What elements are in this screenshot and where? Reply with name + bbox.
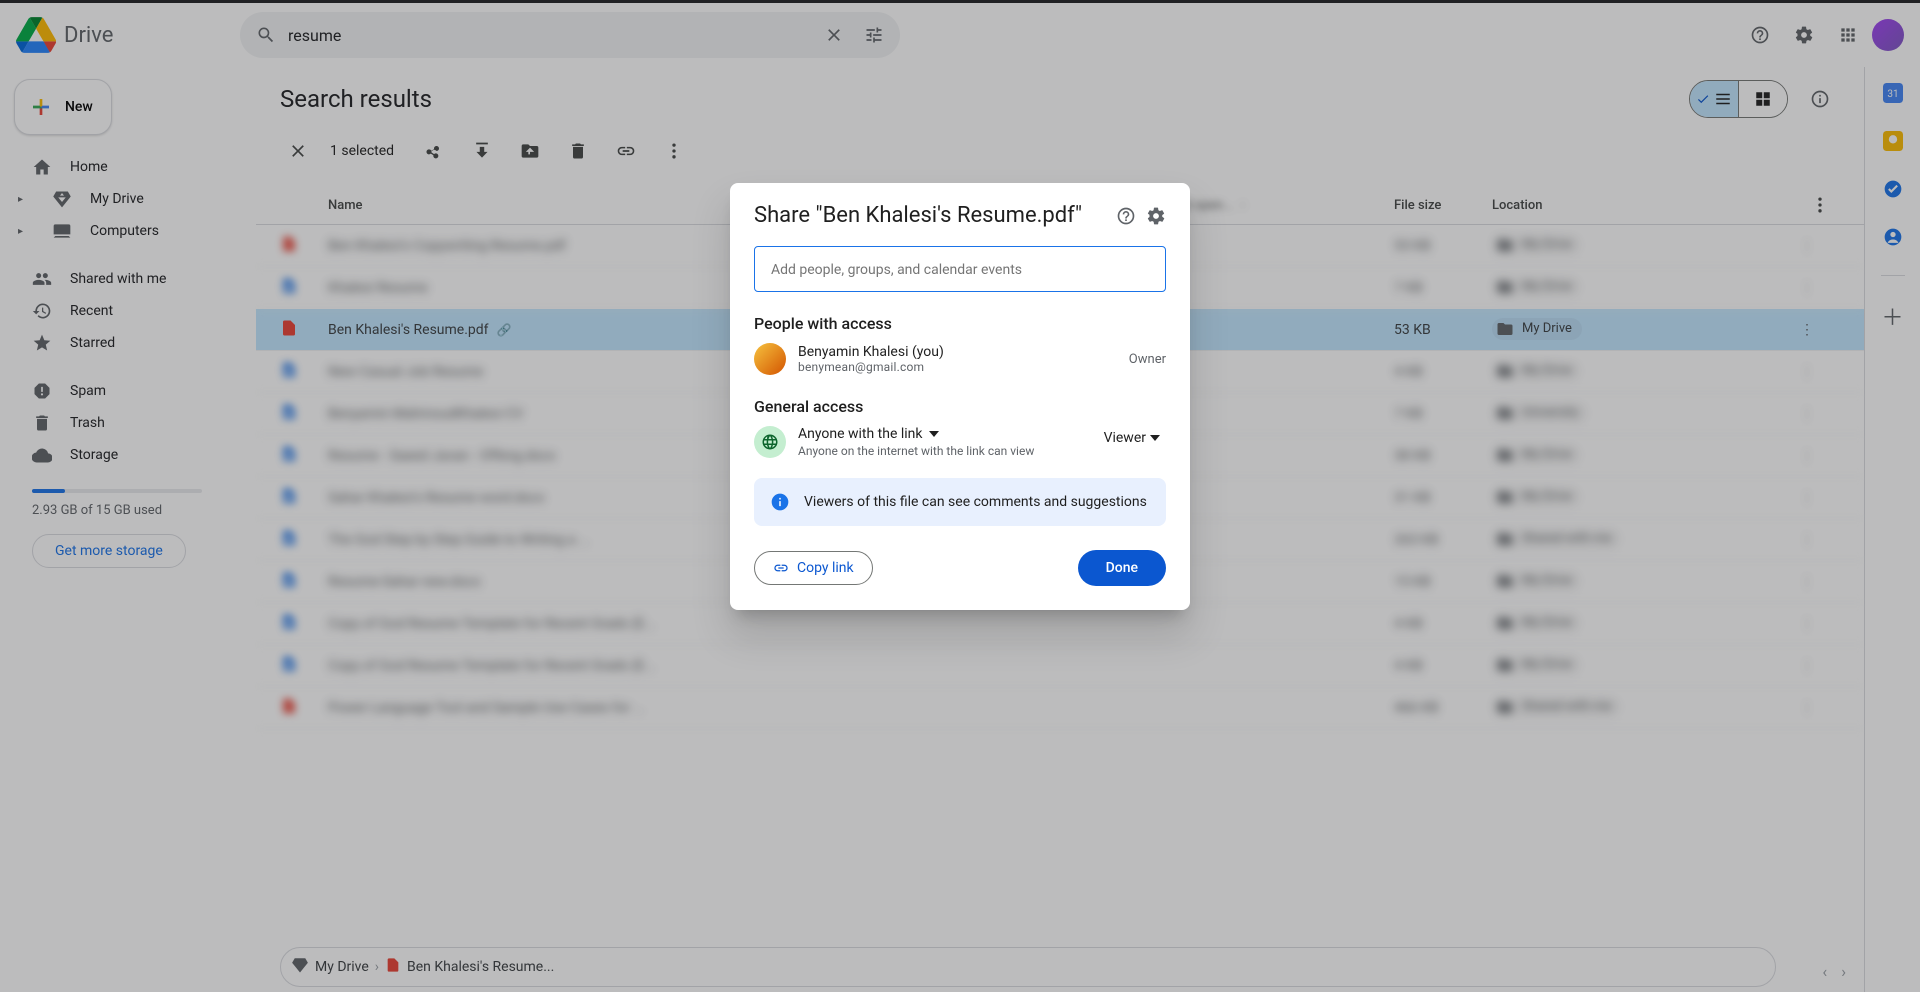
viewer-comment-info-banner: Viewers of this file can see comments an… bbox=[754, 478, 1166, 526]
globe-icon bbox=[754, 426, 786, 458]
link-role-dropdown[interactable]: Viewer bbox=[1098, 426, 1166, 450]
gear-icon[interactable] bbox=[1146, 206, 1166, 226]
modal-scrim[interactable]: Share "Ben Khalesi's Resume.pdf" People … bbox=[0, 3, 1920, 992]
link-access-row: Anyone with the link Anyone on the inter… bbox=[754, 426, 1166, 458]
banner-text: Viewers of this file can see comments an… bbox=[804, 494, 1147, 510]
people-section-label: People with access bbox=[754, 314, 1166, 333]
owner-name: Benyamin Khalesi (you) bbox=[798, 344, 944, 360]
general-access-label: General access bbox=[754, 397, 1166, 416]
link-scope-detail: Anyone on the internet with the link can… bbox=[798, 444, 1086, 458]
add-people-input-wrap bbox=[754, 246, 1166, 292]
copy-link-button[interactable]: Copy link bbox=[754, 551, 873, 585]
link-scope-dropdown[interactable]: Anyone with the link bbox=[798, 426, 939, 442]
dialog-title: Share "Ben Khalesi's Resume.pdf" bbox=[754, 203, 1106, 228]
owner-role: Owner bbox=[1129, 352, 1166, 367]
help-icon[interactable] bbox=[1116, 206, 1136, 226]
add-people-input[interactable] bbox=[769, 261, 1151, 279]
owner-avatar bbox=[754, 343, 786, 375]
owner-row: Benyamin Khalesi (you) benymean@gmail.co… bbox=[754, 343, 1166, 375]
share-dialog: Share "Ben Khalesi's Resume.pdf" People … bbox=[730, 183, 1190, 610]
owner-email: benymean@gmail.com bbox=[798, 360, 944, 374]
done-button[interactable]: Done bbox=[1078, 550, 1166, 586]
